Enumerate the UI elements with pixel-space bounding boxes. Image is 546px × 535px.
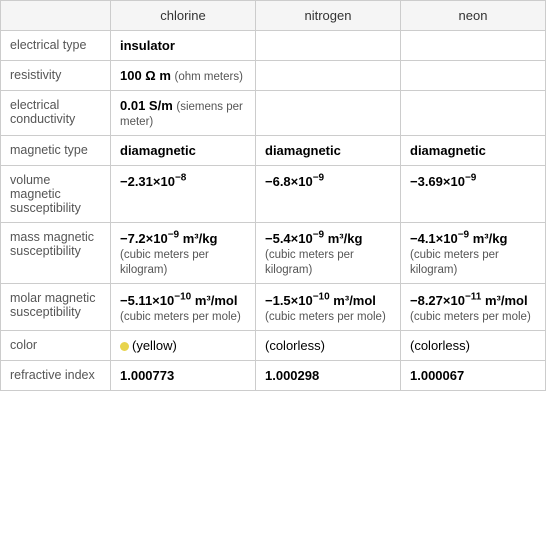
cell-main-value: 0.01 S/m xyxy=(120,98,173,113)
row-label: refractive index xyxy=(1,360,111,390)
properties-table: chlorine nitrogen neon electrical type in… xyxy=(0,0,546,391)
table-row: magnetic type diamagnetic diamagnetic diama… xyxy=(1,136,546,166)
row-label: volume magnetic susceptibility xyxy=(1,166,111,223)
row-label: molar magnetic susceptibility xyxy=(1,284,111,330)
cell-main-value: insulator xyxy=(120,38,175,53)
data-cell-neon: −8.27×10−11 m³/mol (cubic meters per mol… xyxy=(401,284,546,330)
cell-unit: (cubic meters per mole) xyxy=(410,311,531,323)
data-cell-chlorine: 1.000773 xyxy=(111,360,256,390)
cell-main-value: 1.000773 xyxy=(120,368,174,383)
data-cell-neon: diamagnetic xyxy=(401,136,546,166)
cell-main-value: 1.000298 xyxy=(265,368,319,383)
cell-main-value: −6.8×10−9 xyxy=(265,174,324,189)
cell-main-value: diamagnetic xyxy=(265,143,341,158)
data-cell-neon: 1.000067 xyxy=(401,360,546,390)
table-row: electrical type insulator xyxy=(1,31,546,61)
cell-main-value: (colorless) xyxy=(410,338,470,353)
data-cell-chlorine: insulator xyxy=(111,31,256,61)
table-row: mass magnetic susceptibility−7.2×10−9 m³… xyxy=(1,223,546,284)
row-label: color xyxy=(1,330,111,360)
header-chlorine: chlorine xyxy=(111,1,256,31)
cell-unit: (ohm meters) xyxy=(175,71,243,83)
data-cell-nitrogen xyxy=(256,61,401,91)
color-dot xyxy=(120,342,129,351)
cell-main-value: −2.31×10−8 xyxy=(120,174,186,189)
row-label: mass magnetic susceptibility xyxy=(1,223,111,284)
data-cell-nitrogen: (colorless) xyxy=(256,330,401,360)
table-row: molar magnetic susceptibility−5.11×10−10… xyxy=(1,284,546,330)
data-cell-nitrogen: −1.5×10−10 m³/mol (cubic meters per mole… xyxy=(256,284,401,330)
data-cell-chlorine: (yellow) xyxy=(111,330,256,360)
row-label: electrical type xyxy=(1,31,111,61)
data-cell-nitrogen xyxy=(256,91,401,136)
cell-unit: (cubic meters per mole) xyxy=(120,311,241,323)
data-cell-nitrogen: −6.8×10−9 xyxy=(256,166,401,223)
cell-main-value: 1.000067 xyxy=(410,368,464,383)
cell-main-value: −7.2×10−9 m³/kg xyxy=(120,231,217,246)
data-cell-chlorine: 0.01 S/m (siemens per meter) xyxy=(111,91,256,136)
cell-unit: (cubic meters per mole) xyxy=(265,311,386,323)
cell-unit: (cubic meters per kilogram) xyxy=(410,249,499,276)
data-cell-neon xyxy=(401,91,546,136)
cell-main-value: (yellow) xyxy=(132,338,177,353)
table-row: volume magnetic susceptibility −2.31×10−8… xyxy=(1,166,546,223)
table-row: refractive index 1.000773 1.000298 1.000067 xyxy=(1,360,546,390)
data-cell-nitrogen: 1.000298 xyxy=(256,360,401,390)
data-cell-neon xyxy=(401,61,546,91)
cell-main-value: −5.4×10−9 m³/kg xyxy=(265,231,362,246)
header-label-col xyxy=(1,1,111,31)
data-cell-neon xyxy=(401,31,546,61)
data-cell-nitrogen: diamagnetic xyxy=(256,136,401,166)
cell-main-value: (colorless) xyxy=(265,338,325,353)
row-label: resistivity xyxy=(1,61,111,91)
data-cell-chlorine: diamagnetic xyxy=(111,136,256,166)
cell-main-value: 100 Ω m xyxy=(120,68,171,83)
cell-main-value: −1.5×10−10 m³/mol xyxy=(265,293,376,308)
cell-unit: (cubic meters per kilogram) xyxy=(120,249,209,276)
row-label: magnetic type xyxy=(1,136,111,166)
table-row: color (yellow) (colorless) (colorless) xyxy=(1,330,546,360)
data-cell-chlorine: 100 Ω m (ohm meters) xyxy=(111,61,256,91)
cell-main-value: −5.11×10−10 m³/mol xyxy=(120,293,237,308)
header-nitrogen: nitrogen xyxy=(256,1,401,31)
row-label: electrical conductivity xyxy=(1,91,111,136)
data-cell-chlorine: −5.11×10−10 m³/mol (cubic meters per mol… xyxy=(111,284,256,330)
data-cell-chlorine: −2.31×10−8 xyxy=(111,166,256,223)
data-cell-neon: −4.1×10−9 m³/kg (cubic meters per kilogr… xyxy=(401,223,546,284)
cell-main-value: −8.27×10−11 m³/mol xyxy=(410,293,528,308)
cell-main-value: diamagnetic xyxy=(410,143,486,158)
data-cell-chlorine: −7.2×10−9 m³/kg (cubic meters per kilogr… xyxy=(111,223,256,284)
cell-main-value: −4.1×10−9 m³/kg xyxy=(410,231,507,246)
data-cell-neon: −3.69×10−9 xyxy=(401,166,546,223)
cell-unit: (cubic meters per kilogram) xyxy=(265,249,354,276)
table-row: electrical conductivity0.01 S/m (siemens… xyxy=(1,91,546,136)
header-neon: neon xyxy=(401,1,546,31)
data-cell-neon: (colorless) xyxy=(401,330,546,360)
cell-main-value: diamagnetic xyxy=(120,143,196,158)
data-cell-nitrogen: −5.4×10−9 m³/kg (cubic meters per kilogr… xyxy=(256,223,401,284)
cell-main-value: −3.69×10−9 xyxy=(410,174,476,189)
data-cell-nitrogen xyxy=(256,31,401,61)
table-row: resistivity100 Ω m (ohm meters) xyxy=(1,61,546,91)
